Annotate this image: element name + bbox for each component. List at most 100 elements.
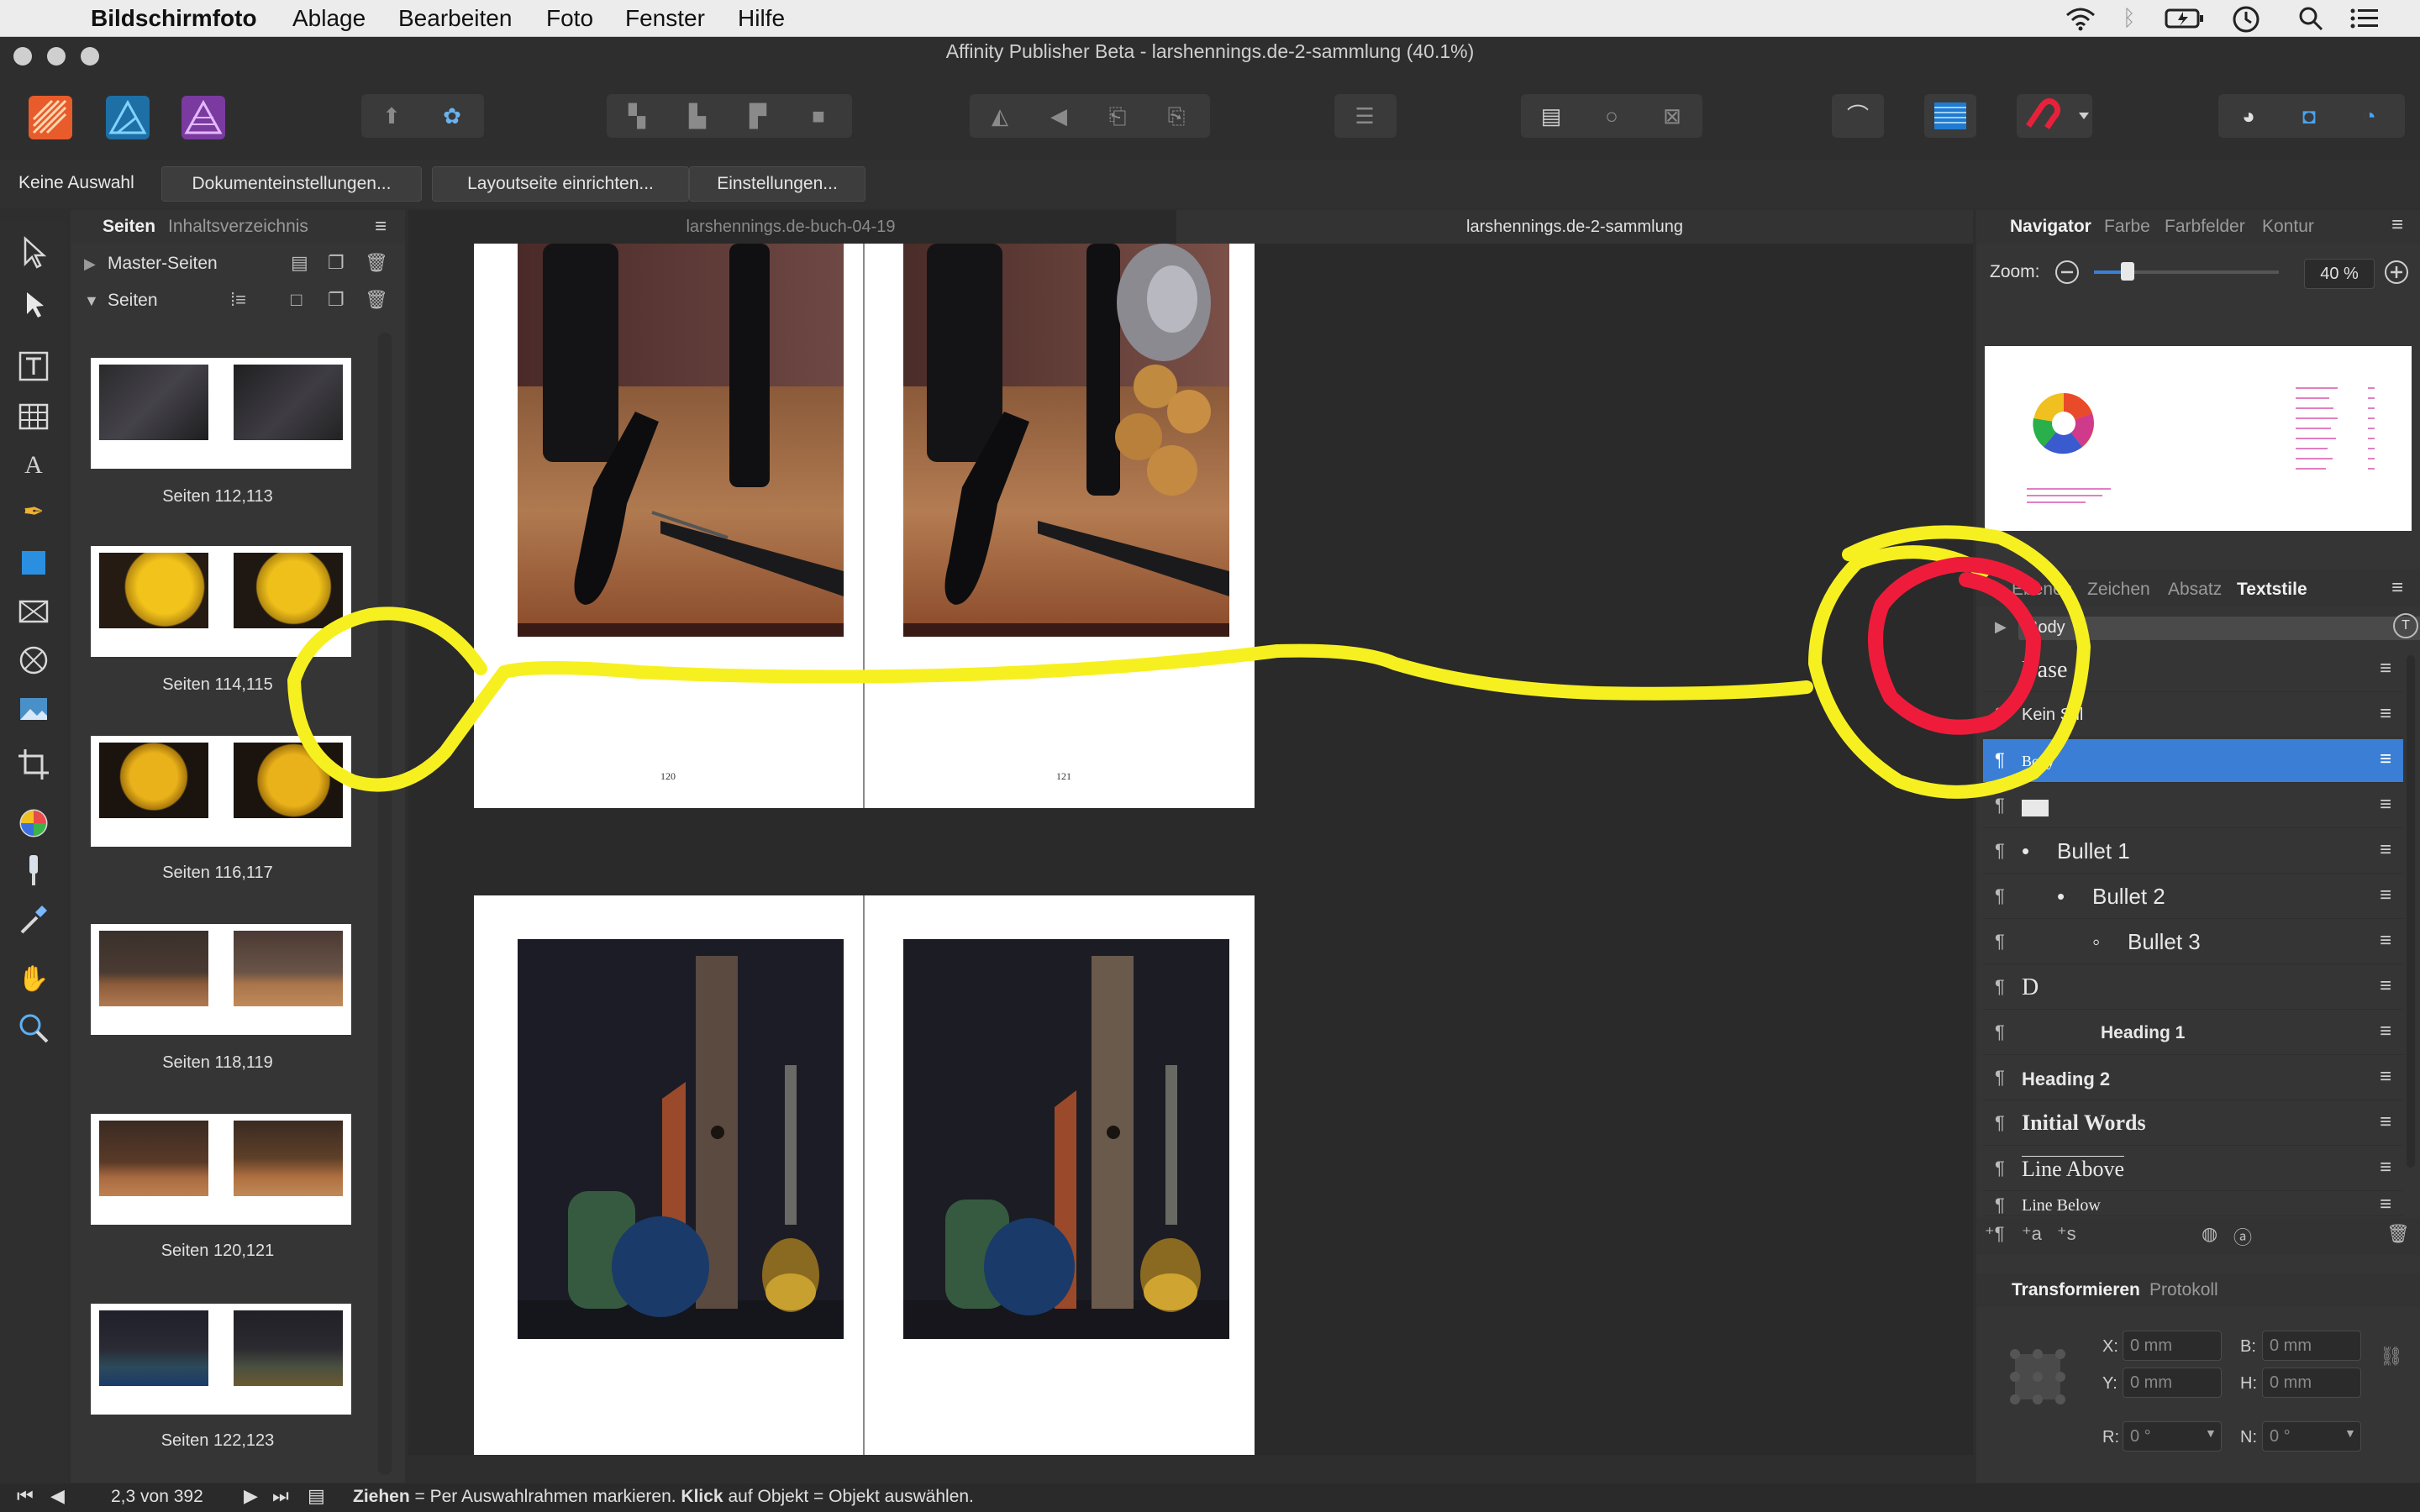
section-master-pages[interactable]: Master-Seiten xyxy=(108,254,218,274)
page-122[interactable] xyxy=(474,895,864,1455)
navigator-preview[interactable] xyxy=(1985,346,2412,531)
page-thumbnail[interactable] xyxy=(91,1114,351,1225)
page-thumbnail[interactable] xyxy=(91,358,351,469)
view-tool-icon[interactable]: ✋ xyxy=(15,961,52,998)
artistic-text-tool-icon[interactable]: A xyxy=(15,447,52,484)
style-options-icon[interactable]: ≡ xyxy=(2380,1020,2391,1043)
tab-text-styles[interactable]: Textstile xyxy=(2237,580,2307,600)
battery-icon[interactable] xyxy=(2165,5,2205,36)
zoom-out-icon[interactable] xyxy=(2054,259,2081,290)
panel-menu-icon[interactable]: ≡ xyxy=(2391,213,2403,237)
ellipse-frame-tool-icon[interactable] xyxy=(15,642,52,679)
next-page-icon[interactable]: ▶ xyxy=(244,1485,258,1507)
crop-tool-icon[interactable] xyxy=(15,746,52,783)
menu-ablage[interactable]: Ablage xyxy=(292,5,366,32)
snapping-icon[interactable] xyxy=(2017,94,2092,138)
page-121[interactable]: 121 xyxy=(865,244,1255,808)
style-group-row[interactable]: ▶ Body T xyxy=(1983,613,2420,643)
styles-scrollbar[interactable] xyxy=(2407,655,2415,1168)
move-back-one-icon[interactable]: ▙ xyxy=(667,94,728,138)
style-options-icon[interactable]: ≡ xyxy=(2380,748,2391,771)
tab-document-buch[interactable]: larshennings.de-buch-04-19 xyxy=(408,210,1173,244)
style-options-icon[interactable]: ≡ xyxy=(2380,929,2391,953)
style-options-icon[interactable]: ≡ xyxy=(2380,657,2391,680)
picture-frame-icon[interactable]: ⊠ xyxy=(1642,94,1702,138)
zoom-tool-icon[interactable] xyxy=(15,1010,52,1047)
boolean-intersect-icon[interactable]: ◔ xyxy=(2339,94,2400,138)
zoom-slider-handle[interactable] xyxy=(2121,262,2134,281)
zoom-value-field[interactable]: 40 % xyxy=(2304,259,2375,289)
delete-master-icon[interactable]: 🗑 xyxy=(365,252,388,274)
tab-character[interactable]: Zeichen xyxy=(2087,580,2150,600)
add-page-icon[interactable]: □ xyxy=(291,289,302,311)
shape-frame-icon[interactable]: ○ xyxy=(1581,94,1642,138)
new-group-style-icon[interactable]: ⁺s xyxy=(2057,1223,2076,1245)
style-row-body-selected[interactable]: ¶ Body ≡ xyxy=(1983,739,2403,783)
page-options-icon[interactable]: ⁞≡ xyxy=(230,289,246,311)
menu-fenster[interactable]: Fenster xyxy=(625,5,705,32)
page-thumbnail[interactable] xyxy=(91,924,351,1035)
tab-paragraph[interactable]: Absatz xyxy=(2168,580,2222,600)
style-row-no-style[interactable]: ¶ Kein Stil ≡ xyxy=(1983,694,2403,738)
menu-hilfe[interactable]: Hilfe xyxy=(738,5,785,32)
fill-tool-icon[interactable] xyxy=(15,805,52,842)
style-options-icon[interactable]: ≡ xyxy=(2380,884,2391,907)
boolean-add-icon[interactable]: ◕ xyxy=(2218,94,2279,138)
persona-photo-icon[interactable] xyxy=(180,94,229,141)
move-tool-icon[interactable] xyxy=(15,234,52,270)
tab-pages[interactable]: Seiten xyxy=(103,217,155,237)
style-row-bullet-1[interactable]: ¶ • Bullet 1 ≡ xyxy=(1983,830,2403,874)
picture-frame-tool-icon[interactable] xyxy=(15,593,52,630)
transform-y-field[interactable]: 0 mm xyxy=(2123,1368,2222,1398)
rotation-dropdown-icon[interactable]: ▼ xyxy=(2205,1426,2217,1440)
delete-page-icon[interactable]: 🗑 xyxy=(365,289,388,311)
notification-center-icon[interactable] xyxy=(2349,5,2380,38)
transform-height-field[interactable]: 0 mm xyxy=(2262,1368,2361,1398)
master-pages-expand-icon[interactable]: ▶ xyxy=(84,255,96,273)
baseline-grid-icon[interactable] xyxy=(1924,94,1976,138)
boolean-subtract-icon[interactable]: ◘ xyxy=(2279,94,2339,138)
apply-character-style-icon[interactable]: ⓐ xyxy=(2233,1223,2252,1250)
tab-document-sammlung[interactable]: larshennings.de-2-sammlung xyxy=(1176,210,1973,244)
panel-menu-icon[interactable]: ≡ xyxy=(2391,576,2403,600)
layout-page-setup-button[interactable]: Layoutseite einrichten... xyxy=(432,166,689,202)
style-row-heading-1[interactable]: ¶ Heading 1 ≡ xyxy=(1983,1011,2403,1055)
color-picker-tool-icon[interactable] xyxy=(15,900,52,937)
style-options-icon[interactable]: ≡ xyxy=(2380,1193,2391,1215)
preferences-button[interactable]: Einstellungen... xyxy=(689,166,865,202)
style-row-base[interactable]: Base ≡ xyxy=(1983,648,2403,692)
flip-vertical-icon[interactable]: ◀ xyxy=(1028,94,1089,138)
align-icon[interactable]: ☰ xyxy=(1334,94,1395,138)
tab-table-of-contents[interactable]: Inhaltsverzeichnis xyxy=(168,217,308,237)
preview-mode-icon[interactable]: ⌒ xyxy=(1832,94,1884,138)
duplicate-master-icon[interactable]: ❐ xyxy=(328,252,345,274)
style-row-bullet-3[interactable]: ¶ ◦ Bullet 3 ≡ xyxy=(1983,921,2403,964)
style-options-icon[interactable]: ≡ xyxy=(2380,974,2391,998)
new-character-style-icon[interactable]: ⁺a xyxy=(2022,1223,2042,1245)
menu-foto[interactable]: Foto xyxy=(546,5,593,32)
group-expand-icon[interactable]: ▶ xyxy=(1995,618,2007,636)
rotate-left-icon[interactable]: ⎗ xyxy=(1087,94,1148,138)
zoom-slider[interactable] xyxy=(2094,262,2279,281)
add-master-icon[interactable]: ▤ xyxy=(291,252,308,274)
search-icon[interactable] xyxy=(2297,5,2324,38)
place-image-tool-icon[interactable] xyxy=(15,690,52,727)
persona-designer-icon[interactable] xyxy=(104,94,153,141)
document-settings-button[interactable]: Dokumenteinstellungen... xyxy=(161,166,422,202)
duplicate-page-icon[interactable]: ❐ xyxy=(328,289,345,311)
zoom-in-icon[interactable] xyxy=(2383,259,2410,290)
text-wrap-icon[interactable]: ▤ xyxy=(1521,94,1581,138)
style-row-initial-words[interactable]: ¶ Initial Words ≡ xyxy=(1983,1102,2403,1146)
tab-layers[interactable]: Ebenen xyxy=(2012,580,2072,600)
move-to-back-icon[interactable]: ▚ xyxy=(607,94,667,138)
share-icon[interactable]: ⬆ xyxy=(361,94,422,138)
style-options-icon[interactable]: ≡ xyxy=(2380,1065,2391,1089)
page-thumbnail[interactable] xyxy=(91,1304,351,1415)
persona-publisher-icon[interactable] xyxy=(27,94,76,141)
style-row-preview-block[interactable]: ¶ ≡ xyxy=(1983,785,2403,828)
panel-menu-icon[interactable]: ≡ xyxy=(375,215,387,239)
style-options-icon[interactable]: ≡ xyxy=(2380,793,2391,816)
previous-page-icon[interactable]: ◀ xyxy=(50,1485,65,1507)
pages-scrollbar[interactable] xyxy=(378,333,392,1475)
document-canvas[interactable]: 120 121 xyxy=(408,244,1973,1455)
